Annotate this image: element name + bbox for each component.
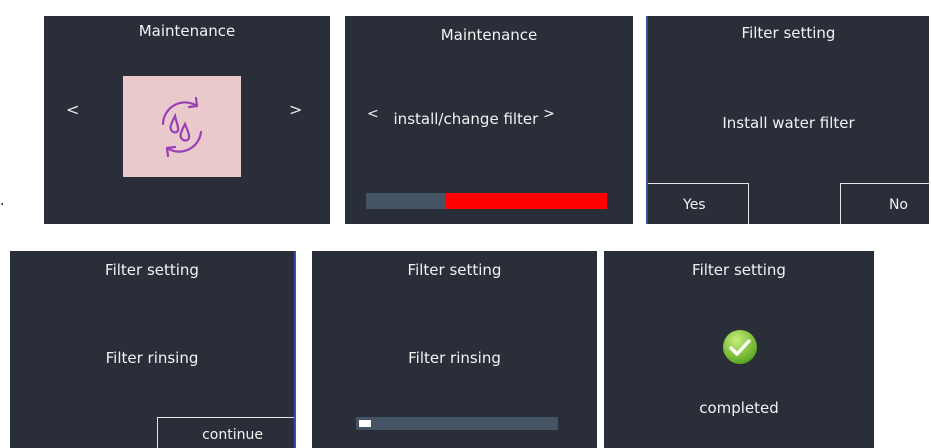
stray-dot: . — [0, 193, 5, 209]
status-message: Filter rinsing — [105, 349, 199, 367]
maintenance-icon-tile[interactable] — [123, 76, 241, 177]
completed-message: completed — [699, 399, 779, 417]
option-label[interactable]: install/change filter — [394, 110, 539, 128]
screen-title: Maintenance — [440, 26, 538, 44]
progress-fill — [445, 193, 607, 209]
next-arrow-button[interactable]: > — [289, 100, 302, 119]
screen-title: Maintenance — [138, 22, 236, 40]
continue-button[interactable]: continue — [157, 417, 294, 448]
maintenance-screen: Maintenance < > — [44, 16, 330, 224]
progress-track — [366, 193, 607, 209]
check-circle-icon — [723, 330, 757, 364]
option-row: < install/change filter > — [367, 106, 555, 128]
filter-completed-screen: Filter setting completed — [604, 251, 874, 448]
no-button[interactable]: No — [840, 183, 929, 224]
prompt-message: Install water filter — [722, 114, 855, 132]
prev-arrow-button[interactable]: < — [367, 106, 379, 122]
progress-track — [356, 417, 558, 430]
prev-arrow-button[interactable]: < — [66, 100, 79, 119]
maintenance-install-filter-screen: Maintenance < install/change filter > — [345, 16, 633, 224]
filter-rinsing-screen: Filter setting Filter rinsing continue — [10, 251, 296, 448]
progress-fill — [359, 420, 372, 427]
screen-title: Filter setting — [105, 261, 199, 279]
next-arrow-button[interactable]: > — [543, 106, 555, 122]
filter-rinsing-progress-screen: Filter setting Filter rinsing — [312, 251, 597, 448]
screen-title: Filter setting — [692, 261, 786, 279]
filter-install-prompt-screen: Filter setting Install water filter Yes … — [646, 16, 929, 224]
screen-title: Filter setting — [407, 261, 502, 279]
status-message: Filter rinsing — [408, 349, 501, 367]
yes-button[interactable]: Yes — [648, 183, 749, 224]
water-filter-cycle-icon — [161, 96, 203, 158]
screen-title: Filter setting — [741, 24, 836, 42]
